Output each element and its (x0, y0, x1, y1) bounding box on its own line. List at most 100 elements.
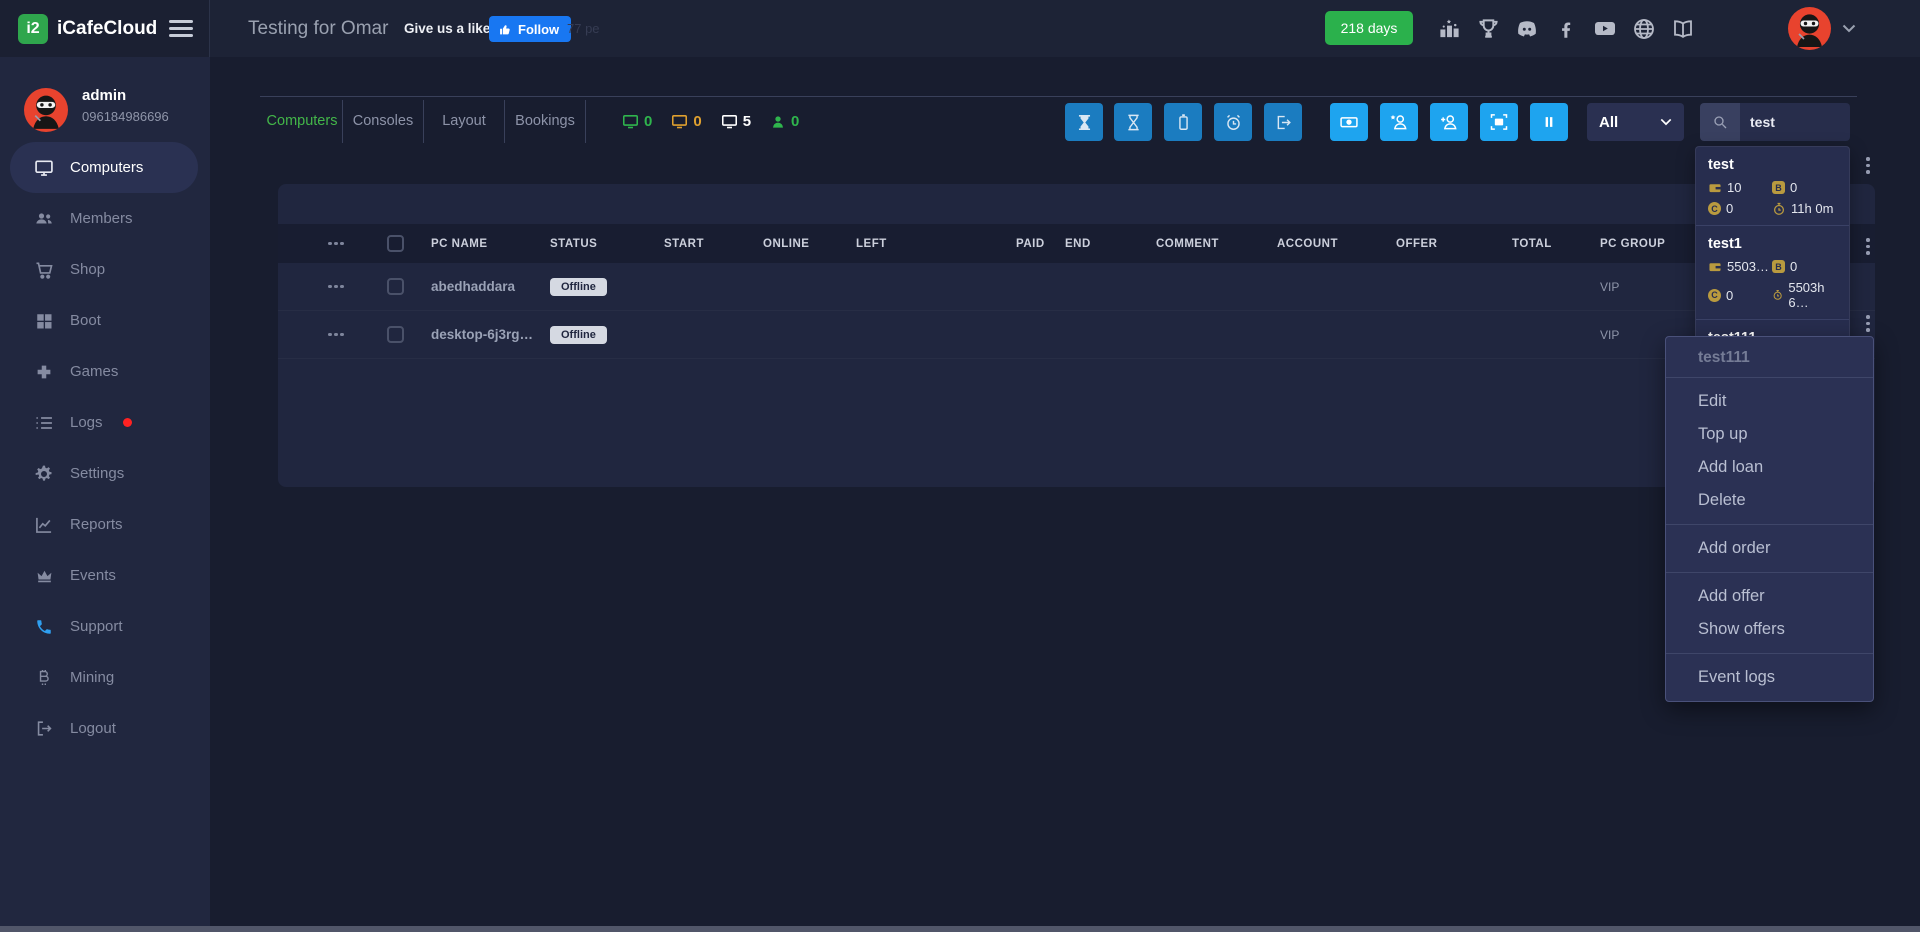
status-badge: Offline (550, 326, 607, 344)
search-input[interactable] (1740, 103, 1850, 141)
tab-layout[interactable]: Layout (424, 100, 505, 143)
filter-select[interactable]: All (1587, 103, 1684, 141)
cash-icon (1339, 112, 1359, 132)
coin-icon: C (1708, 289, 1721, 302)
column-account[interactable]: ACCOUNT (1277, 224, 1338, 263)
hamburger-menu-icon[interactable] (169, 20, 193, 37)
days-remaining-badge[interactable]: 218 days (1325, 11, 1413, 45)
pc-group: VIP (1600, 311, 1619, 358)
column-left[interactable]: LEFT (856, 224, 887, 263)
computers-table-panel: PC NAME STATUS START ONLINE LEFT PAID EN… (278, 184, 1875, 487)
facebook-icon[interactable] (1554, 17, 1578, 41)
like-prompt-label: Give us a like (404, 0, 490, 57)
column-total[interactable]: TOTAL (1512, 224, 1552, 263)
hourglass-filled-icon (1075, 113, 1094, 132)
menu-group: Add offer Show offers (1666, 573, 1873, 654)
column-offer[interactable]: OFFER (1396, 224, 1437, 263)
result-kebab-menu-icon[interactable] (1862, 315, 1874, 332)
sidebar-item-games[interactable]: Games (0, 346, 210, 397)
timer-empty-button[interactable] (1114, 103, 1152, 141)
result-kebab-menu-icon[interactable] (1862, 157, 1874, 174)
balance-stat: 5503… (1708, 259, 1772, 274)
add-member-button[interactable] (1430, 103, 1468, 141)
search-result-test1[interactable]: test1 5503… B 0 C 0 5503h 6… (1696, 226, 1849, 320)
header-actions (328, 224, 344, 263)
column-pc-group[interactable]: PC GROUP (1600, 224, 1665, 263)
column-status[interactable]: STATUS (550, 224, 597, 263)
sidebar-item-events[interactable]: Events (0, 550, 210, 601)
windows-icon (34, 311, 54, 331)
menu-item-show-offers[interactable]: Show offers (1666, 613, 1873, 646)
youtube-icon[interactable] (1593, 17, 1617, 41)
pc-name[interactable]: abedhaddara (431, 263, 515, 310)
column-end[interactable]: END (1065, 224, 1091, 263)
gear-icon (34, 464, 54, 484)
search-box (1700, 103, 1850, 141)
sidebar-item-mining[interactable]: Mining (0, 652, 210, 703)
user-add-plus-icon (1439, 112, 1459, 132)
menu-item-top-up[interactable]: Top up (1666, 418, 1873, 451)
sidebar-item-shop[interactable]: Shop (0, 244, 210, 295)
counter-value: 5 (743, 113, 751, 130)
thumbs-up-icon (499, 23, 512, 36)
search-result-test[interactable]: test 10 B 0 C 0 11h 0m (1696, 147, 1849, 226)
phone-icon (34, 617, 54, 637)
sidebar-item-computers[interactable]: Computers (10, 142, 198, 193)
ellipsis-icon (328, 242, 344, 246)
balance-stat: 10 (1708, 180, 1772, 195)
bitcoin-icon (34, 668, 54, 688)
sidebar-item-members[interactable]: Members (0, 193, 210, 244)
sidebar-item-label: Shop (70, 261, 105, 278)
docs-book-icon[interactable] (1671, 17, 1695, 41)
account-menu-button[interactable] (1788, 7, 1856, 50)
sidebar-item-logs[interactable]: Logs (0, 397, 210, 448)
menu-item-add-order[interactable]: Add order (1666, 532, 1873, 565)
header-checkbox[interactable] (387, 224, 404, 263)
ranking-icon[interactable] (1437, 17, 1461, 41)
sidebar-item-support[interactable]: Support (0, 601, 210, 652)
tab-consoles[interactable]: Consoles (343, 100, 424, 143)
pc-name[interactable]: desktop-6j3rg… (431, 311, 533, 358)
add-member-star-button[interactable] (1380, 103, 1418, 141)
menu-item-delete[interactable]: Delete (1666, 484, 1873, 517)
shutdown-exit-button[interactable] (1264, 103, 1302, 141)
table-row: abedhaddara Offline VIP (278, 263, 1875, 311)
sidebar-item-boot[interactable]: Boot (0, 295, 210, 346)
trophy-icon[interactable] (1476, 17, 1500, 41)
sidebar-item-logout[interactable]: Logout (0, 703, 210, 754)
logout-icon (34, 719, 54, 739)
row-actions[interactable] (328, 311, 344, 358)
pause-button[interactable] (1530, 103, 1568, 141)
column-comment[interactable]: COMMENT (1156, 224, 1219, 263)
menu-item-add-offer[interactable]: Add offer (1666, 580, 1873, 613)
tab-bookings[interactable]: Bookings (505, 100, 586, 143)
column-pc-name[interactable]: PC NAME (431, 224, 488, 263)
screen-capture-icon (1489, 112, 1509, 132)
alarm-button[interactable] (1214, 103, 1252, 141)
row-checkbox[interactable] (387, 278, 404, 295)
chart-icon (34, 515, 54, 535)
row-checkbox[interactable] (387, 326, 404, 343)
select-all-checkbox[interactable] (387, 235, 404, 252)
member-context-menu: test111 Edit Top up Add loan Delete Add … (1665, 336, 1874, 702)
horizontal-scrollbar[interactable] (0, 926, 1920, 932)
tab-computers[interactable]: Computers (262, 100, 343, 143)
battery-button[interactable] (1164, 103, 1202, 141)
column-online[interactable]: ONLINE (763, 224, 809, 263)
menu-item-edit[interactable]: Edit (1666, 385, 1873, 418)
screen-monitor-button[interactable] (1480, 103, 1518, 141)
menu-item-event-logs[interactable]: Event logs (1666, 661, 1873, 694)
sidebar-item-reports[interactable]: Reports (0, 499, 210, 550)
column-paid[interactable]: PAID (1016, 224, 1045, 263)
facebook-follow-button[interactable]: Follow (489, 16, 571, 42)
column-start[interactable]: START (664, 224, 704, 263)
time-left-stat: 5503h 6… (1772, 280, 1837, 310)
menu-item-add-loan[interactable]: Add loan (1666, 451, 1873, 484)
discord-icon[interactable] (1515, 17, 1539, 41)
sidebar-item-settings[interactable]: Settings (0, 448, 210, 499)
row-actions[interactable] (328, 263, 344, 310)
result-kebab-menu-icon[interactable] (1862, 238, 1874, 255)
globe-icon[interactable] (1632, 17, 1656, 41)
timer-full-button[interactable] (1065, 103, 1103, 141)
cash-payment-button[interactable] (1330, 103, 1368, 141)
